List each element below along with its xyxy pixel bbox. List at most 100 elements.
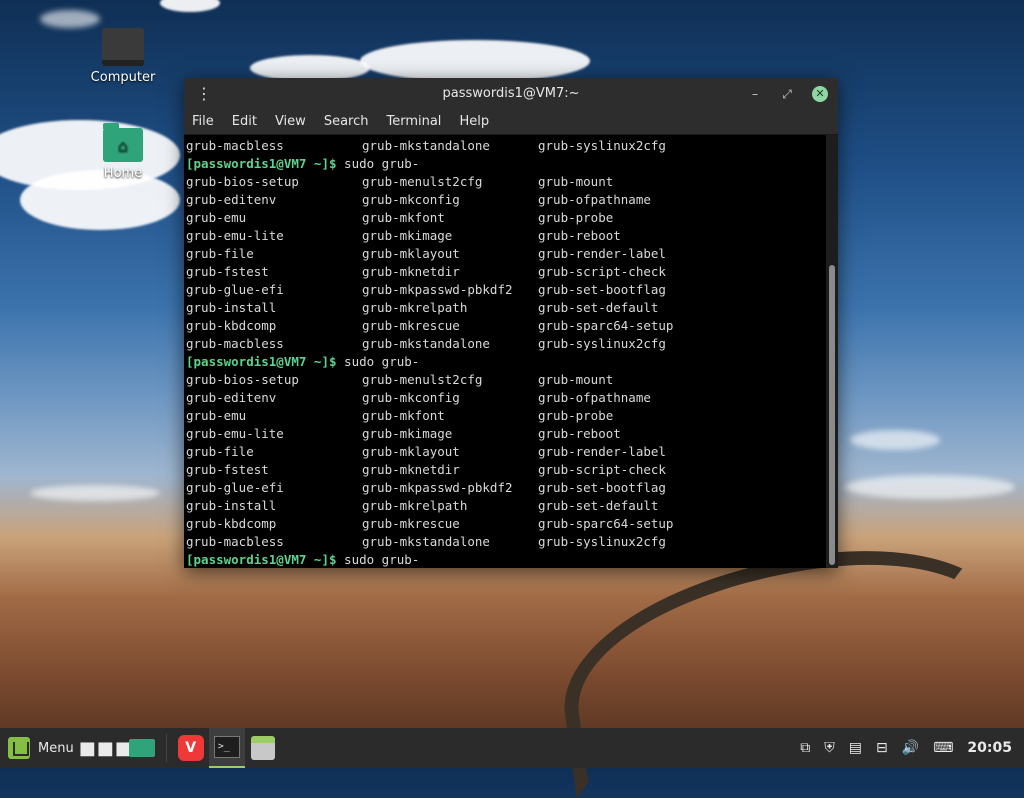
- completion-item: grub-mkimage: [362, 426, 453, 441]
- completion-item: grub-probe: [538, 210, 614, 225]
- completion-row: grub-file grub-mklayout grub-render-label: [186, 443, 826, 461]
- home-folder-icon: ⌂: [103, 123, 143, 162]
- completion-item: grub-bios-setup: [186, 174, 299, 189]
- completion-item: grub-macbless: [186, 336, 284, 351]
- completion-item: grub-syslinux2cfg: [538, 534, 666, 549]
- notes-icon[interactable]: ▤: [849, 740, 862, 756]
- volume-icon[interactable]: 🔊: [902, 740, 919, 756]
- completion-item: grub-mount: [538, 372, 614, 387]
- minimize-icon[interactable]: –: [748, 87, 762, 101]
- desktop-icon-home[interactable]: ⌂ Home: [78, 123, 168, 181]
- completion-item: grub-emu: [186, 210, 247, 225]
- menu-file[interactable]: File: [192, 110, 214, 134]
- shield-icon[interactable]: ⛨: [824, 740, 835, 756]
- menubar: File Edit View Search Terminal Help: [184, 110, 838, 135]
- completion-item: grub-editenv: [186, 192, 277, 207]
- show-desktop-icon: [128, 739, 155, 757]
- completion-item: grub-probe: [538, 408, 614, 423]
- completion-item: grub-set-bootflag: [538, 480, 666, 495]
- window-titlebar[interactable]: ⋮ passwordis1@VM7:~ – ⤢ ✕: [184, 78, 838, 110]
- completion-item: grub-editenv: [186, 390, 277, 405]
- taskbar-separator: [165, 734, 167, 762]
- terminal-icon: >_: [213, 736, 240, 758]
- completion-item: grub-fstest: [186, 264, 269, 279]
- maximize-icon[interactable]: ⤢: [780, 87, 794, 101]
- completion-item: grub-script-check: [538, 264, 666, 279]
- completion-row: grub-emu grub-mkfont grub-probe: [186, 209, 826, 227]
- terminal-task-button[interactable]: >_: [208, 728, 245, 768]
- completion-item: grub-mkconfig: [362, 192, 460, 207]
- cloud: [160, 0, 220, 12]
- completion-row: grub-macbless grub-mkstandalone grub-sysli…: [186, 533, 826, 551]
- completion-item: grub-mkpasswd-pbkdf2: [362, 480, 513, 495]
- completion-item: grub-mkstandalone: [362, 534, 490, 549]
- completion-row: grub-kbdcomp grub-mkrescue grub-sparc64-se…: [186, 515, 826, 533]
- menu-search[interactable]: Search: [324, 110, 369, 134]
- completion-item: grub-set-default: [538, 498, 659, 513]
- menu-help[interactable]: Help: [459, 110, 489, 134]
- desktop-icon-label: Computer: [90, 70, 156, 85]
- desktop-icon-computer[interactable]: Computer: [78, 28, 168, 85]
- vivaldi-launcher[interactable]: V: [173, 728, 209, 768]
- completion-row: grub-editenv grub-mkconfig grub-ofpathname: [186, 389, 826, 407]
- menu-edit[interactable]: Edit: [232, 110, 257, 134]
- completion-row: grub-fstest grub-mknetdir grub-script-chec…: [186, 263, 826, 281]
- completion-item: grub-macbless: [186, 534, 284, 549]
- completion-item: grub-mkrescue: [362, 318, 460, 333]
- scrollbar-thumb[interactable]: [829, 265, 835, 565]
- prompt: [passwordis1@VM7 ~]$: [186, 156, 337, 171]
- completion-item: grub-file: [186, 246, 254, 261]
- command-text: sudo grub-: [336, 354, 420, 369]
- completion-item: grub-mkfont: [362, 408, 445, 423]
- completion-item: grub-bios-setup: [186, 372, 299, 387]
- completion-item: grub-mount: [538, 174, 614, 189]
- workspace-switcher-icon[interactable]: ⧉: [800, 740, 810, 756]
- app-grid-button[interactable]: ■■■: [79, 728, 132, 768]
- cloud: [30, 485, 160, 501]
- completion-item: grub-glue-efi: [186, 480, 284, 495]
- completion-item: grub-ofpathname: [538, 390, 651, 405]
- completion-item: grub-ofpathname: [538, 192, 651, 207]
- completion-item: grub-set-default: [538, 300, 659, 315]
- menu-terminal[interactable]: Terminal: [386, 110, 441, 134]
- completion-row: grub-editenv grub-mkconfig grub-ofpathname: [186, 191, 826, 209]
- completion-item: grub-kbdcomp: [186, 516, 277, 531]
- cloud: [360, 40, 590, 82]
- completion-row: grub-emu-lite grub-mkimage grub-reboot: [186, 425, 826, 443]
- scrollbar[interactable]: [826, 135, 838, 568]
- completion-item: grub-mkfont: [362, 210, 445, 225]
- vivaldi-icon: V: [177, 735, 204, 761]
- completion-item: grub-macbless: [186, 138, 284, 153]
- completion-item: grub-mknetdir: [362, 264, 460, 279]
- clock[interactable]: 20:05: [967, 740, 1012, 756]
- completion-item: grub-fstest: [186, 462, 269, 477]
- start-menu-label: Menu: [38, 740, 74, 756]
- completion-item: grub-render-label: [538, 246, 666, 261]
- terminal-output[interactable]: grub-macbless grub-mkstandalone grub-sysli…: [184, 135, 826, 568]
- show-desktop-button[interactable]: [124, 728, 160, 768]
- kebab-menu-icon[interactable]: ⋮: [196, 78, 212, 110]
- close-icon[interactable]: ✕: [812, 86, 828, 102]
- network-icon[interactable]: ⊟: [876, 740, 888, 756]
- keyboard-icon[interactable]: ⌨: [933, 740, 953, 756]
- window-controls: – ⤢ ✕: [748, 78, 828, 110]
- completion-item: grub-mkstandalone: [362, 138, 490, 153]
- completion-item: grub-file: [186, 444, 254, 459]
- completion-item: grub-mklayout: [362, 444, 460, 459]
- completion-item: grub-set-bootflag: [538, 282, 666, 297]
- completion-row: grub-macbless grub-mkstandalone grub-sysli…: [186, 137, 826, 155]
- start-menu-button[interactable]: Menu: [0, 728, 88, 768]
- cloud: [40, 10, 100, 28]
- completion-row: grub-bios-setup grub-menulst2cfg grub-moun…: [186, 173, 826, 191]
- menu-view[interactable]: View: [275, 110, 306, 134]
- terminal-window[interactable]: ⋮ passwordis1@VM7:~ – ⤢ ✕ File Edit View…: [184, 78, 838, 568]
- files-launcher[interactable]: [245, 728, 281, 768]
- cloud: [845, 475, 1015, 499]
- completion-row: grub-fstest grub-mknetdir grub-script-chec…: [186, 461, 826, 479]
- completion-item: grub-sparc64-setup: [538, 516, 674, 531]
- completion-item: grub-install: [186, 300, 277, 315]
- completion-row: grub-kbdcomp grub-mkrescue grub-sparc64-se…: [186, 317, 826, 335]
- completion-item: grub-mkconfig: [362, 390, 460, 405]
- completion-item: grub-emu: [186, 408, 247, 423]
- completion-item: grub-script-check: [538, 462, 666, 477]
